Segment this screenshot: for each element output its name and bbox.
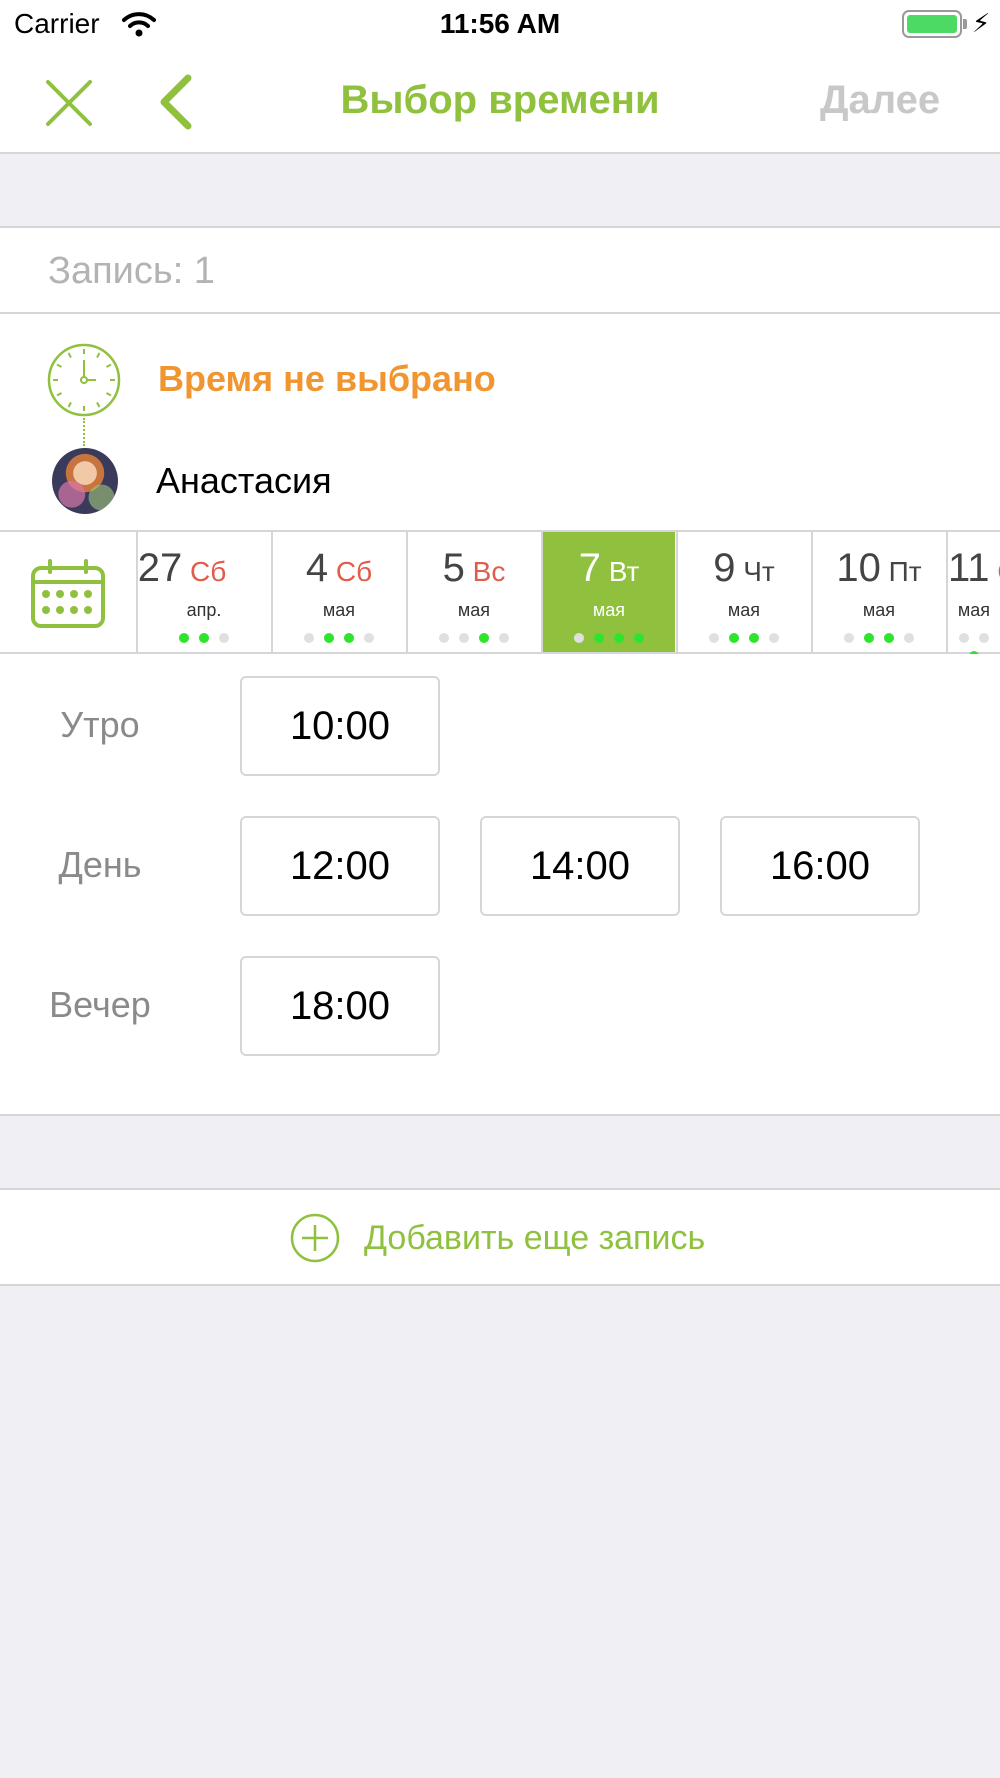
availability-dots: [138, 630, 270, 648]
date-month: мая: [322, 600, 356, 620]
availability-dot-available: [864, 633, 874, 643]
date-cell[interactable]: 27 Сб апр.: [136, 532, 270, 652]
availability-dot-empty: [499, 633, 509, 643]
date-weekday: Чт: [735, 556, 775, 587]
availability-dot-available: [884, 633, 894, 643]
date-cell[interactable]: 7 Вт мая: [541, 532, 675, 652]
date-day: 10: [836, 546, 881, 590]
availability-dots: [273, 630, 405, 648]
battery-icon: [902, 10, 962, 38]
availability-dot-empty: [769, 633, 779, 643]
availability-dot-empty: [979, 633, 989, 643]
date-cell[interactable]: 11 Сб мая: [946, 532, 1000, 661]
availability-dot-empty: [219, 633, 229, 643]
charging-icon: ⚡: [972, 8, 991, 38]
availability-dot-available: [749, 633, 759, 643]
availability-dot-empty: [304, 633, 314, 643]
next-button[interactable]: Далее: [820, 78, 940, 123]
connector-line: [83, 418, 85, 446]
availability-dot-empty: [959, 633, 969, 643]
date-weekday: Вс: [464, 556, 506, 587]
booking-summary: [0, 314, 1000, 530]
date-day: 11: [948, 546, 990, 590]
date-month: мая: [957, 600, 991, 620]
date-month: мая: [457, 600, 491, 620]
availability-dots: [813, 630, 945, 648]
date-weekday: Сб: [182, 556, 227, 587]
availability-dot-empty: [364, 633, 374, 643]
availability-dot-available: [479, 633, 489, 643]
availability-dots: [408, 630, 540, 648]
specialist-name: Анастасия: [156, 460, 332, 501]
date-day: 9: [713, 546, 736, 590]
availability-dot-available: [344, 633, 354, 643]
date-weekday: Вт: [600, 556, 640, 587]
time-slot-button[interactable]: 10:00: [240, 676, 440, 776]
date-day: 5: [442, 546, 465, 590]
date-weekday: Сб: [990, 556, 1000, 587]
date-cell[interactable]: 10 Пт мая: [811, 532, 945, 652]
time-slot-button[interactable]: 16:00: [720, 816, 920, 916]
date-month: мая: [592, 600, 626, 620]
record-label: Запись: 1: [48, 250, 215, 292]
period-label: Вечер: [49, 984, 151, 1025]
calendar-icon[interactable]: [30, 558, 106, 630]
availability-dot-available: [199, 633, 209, 643]
time-slot-button[interactable]: 18:00: [240, 956, 440, 1056]
plus-circle-icon[interactable]: [290, 1213, 340, 1263]
availability-dot-empty: [844, 633, 854, 643]
date-day: 27: [137, 546, 183, 590]
availability-dot-empty: [709, 633, 719, 643]
date-weekday: Пт: [880, 556, 922, 587]
availability-dot-available: [729, 633, 739, 643]
period-label: День: [58, 844, 142, 885]
date-day: 7: [578, 546, 601, 590]
availability-dots: [543, 630, 675, 648]
availability-dot-empty: [904, 633, 914, 643]
time-status: Время не выбрано: [158, 358, 496, 399]
add-record-button[interactable]: Добавить еще запись: [364, 1219, 705, 1258]
date-month: апр.: [186, 600, 222, 620]
date-cell[interactable]: 4 Сб мая: [271, 532, 405, 652]
date-cell[interactable]: 5 Вс мая: [406, 532, 540, 652]
availability-dot-empty: [574, 633, 584, 643]
date-cell[interactable]: 9 Чт мая: [676, 532, 810, 652]
availability-dot-available: [179, 633, 189, 643]
clock-icon: [47, 343, 121, 417]
availability-dot-empty: [439, 633, 449, 643]
availability-dot-available: [594, 633, 604, 643]
availability-dots: [678, 630, 810, 648]
date-month: мая: [727, 600, 761, 620]
period-label: Утро: [60, 704, 140, 745]
date-day: 4: [305, 546, 329, 590]
time-slot-button[interactable]: 12:00: [240, 816, 440, 916]
availability-dot-available: [324, 633, 334, 643]
availability-dot-available: [634, 633, 644, 643]
availability-dot-empty: [459, 633, 469, 643]
status-time: 11:56 AM: [439, 8, 561, 39]
battery-tip: [963, 19, 967, 29]
avatar-overlay: [52, 448, 118, 514]
availability-dot-available: [614, 633, 624, 643]
date-weekday: Сб: [328, 556, 373, 587]
date-month: мая: [862, 600, 896, 620]
time-slot-button[interactable]: 14:00: [480, 816, 680, 916]
